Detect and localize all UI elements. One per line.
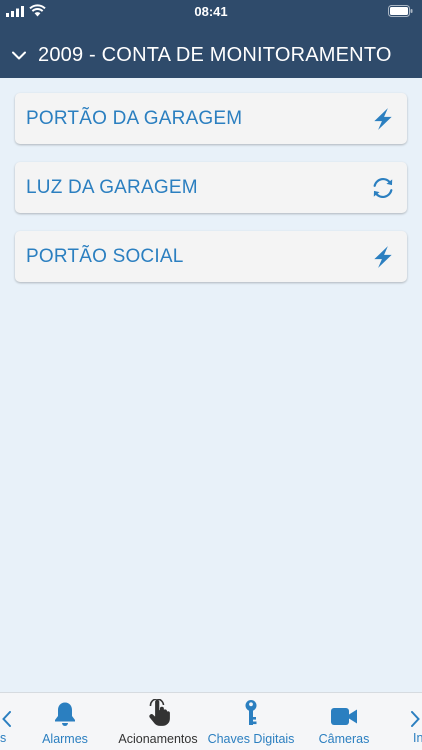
status-time: 08:41: [194, 4, 228, 19]
tab-label: Chaves Digitais: [207, 732, 295, 746]
status-bar: 08:41: [0, 0, 422, 22]
key-icon: [243, 697, 259, 727]
actuator-label: LUZ DA GARAGEM: [26, 176, 198, 198]
bottom-tab-bar: s Alarmes Acionamentos Chaves Digitais C…: [0, 692, 422, 750]
actuator-list: PORTÃO DA GARAGEM LUZ DA GARAGEM PORTÃO …: [15, 93, 407, 300]
lightning-icon[interactable]: [369, 243, 397, 271]
chevron-right-icon[interactable]: [411, 711, 420, 727]
account-selector[interactable]: 2009 - CONTA DE MONITORAMENTO: [0, 38, 422, 72]
tab-partial-left[interactable]: s: [0, 731, 6, 745]
tab-acionamentos[interactable]: Acionamentos: [114, 693, 202, 750]
tab-label: Câmeras: [318, 732, 370, 746]
actuator-item-luz-garagem[interactable]: LUZ DA GARAGEM: [15, 162, 407, 213]
video-camera-icon: [330, 697, 358, 727]
refresh-icon[interactable]: [369, 174, 397, 202]
battery-icon: [388, 5, 413, 17]
actuator-label: PORTÃO DA GARAGEM: [26, 107, 243, 129]
bell-icon: [53, 697, 77, 727]
app-header: 08:41 2009 - CONTA DE MONITORAMENTO: [0, 0, 422, 78]
lightning-icon[interactable]: [369, 105, 397, 133]
account-title: 2009 - CONTA DE MONITORAMENTO: [38, 43, 392, 66]
tab-label: Alarmes: [42, 732, 88, 746]
chevron-down-icon[interactable]: [12, 51, 26, 60]
tab-label: Acionamentos: [118, 732, 198, 746]
tab-alarmes[interactable]: Alarmes: [30, 693, 100, 750]
actuator-item-portao-garagem[interactable]: PORTÃO DA GARAGEM: [15, 93, 407, 144]
tab-cameras[interactable]: Câmeras: [312, 693, 376, 750]
tab-chaves-digitais[interactable]: Chaves Digitais: [205, 693, 297, 750]
actuator-label: PORTÃO SOCIAL: [26, 245, 184, 267]
chevron-left-icon[interactable]: [2, 711, 11, 727]
actuator-item-portao-social[interactable]: PORTÃO SOCIAL: [15, 231, 407, 282]
tab-partial-right[interactable]: In: [413, 731, 422, 745]
hand-pointer-icon: [145, 697, 171, 727]
